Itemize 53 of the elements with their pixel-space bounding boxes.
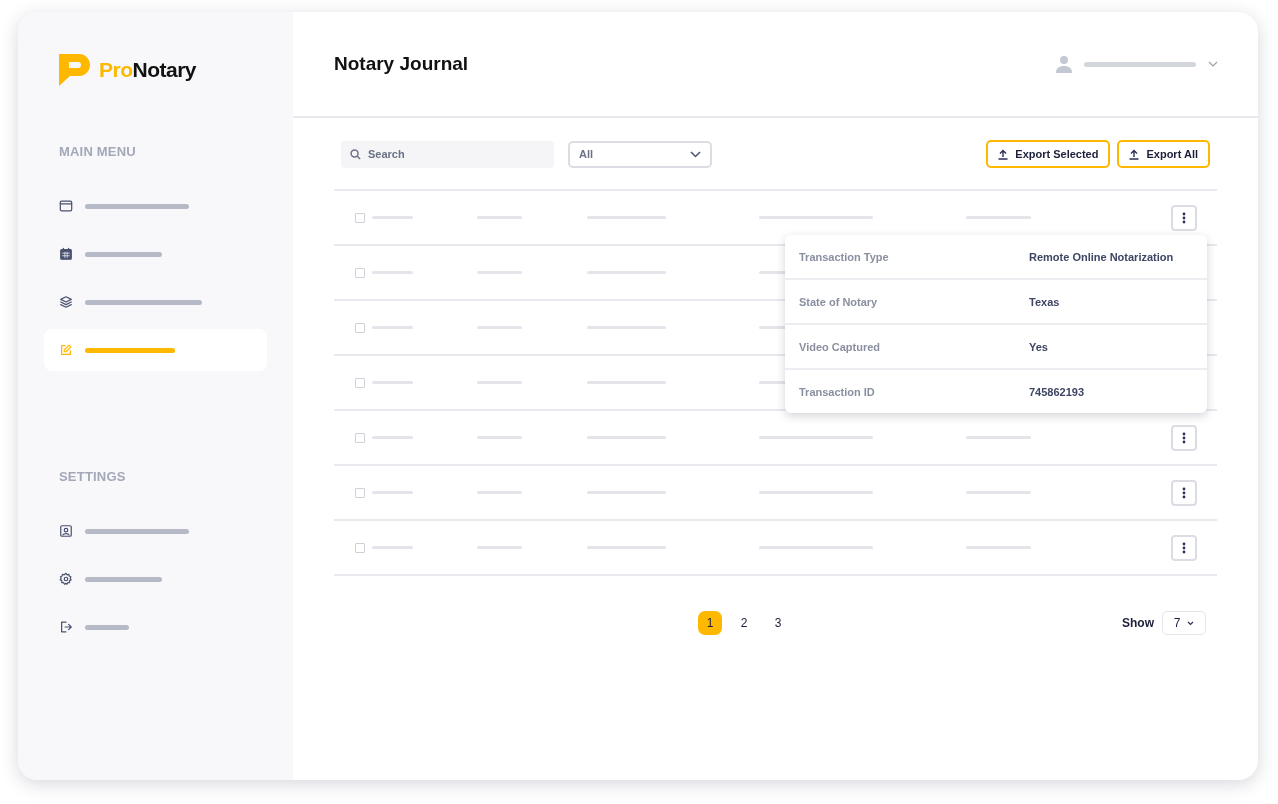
chevron-down-icon [1187,620,1195,626]
row-checkbox[interactable] [355,212,365,223]
page-button[interactable]: 2 [732,611,756,635]
user-menu[interactable] [1056,55,1218,73]
page-button[interactable]: 1 [698,611,722,635]
detail-label: Video Captured [799,340,882,353]
kebab-menu-icon [1182,431,1186,444]
section-heading: SETTINGS [59,469,127,484]
page-title: Notary Journal [334,53,470,75]
sidebar-item[interactable] [44,329,267,371]
kebab-menu-icon [1182,541,1186,554]
more-options-button[interactable] [1171,479,1197,506]
settings-icon [59,572,73,586]
search-field[interactable]: Search [341,140,554,168]
page-button[interactable]: 3 [766,611,790,635]
kebab-menu-icon [1182,211,1186,224]
calendar-icon [59,247,73,261]
row-checkbox[interactable] [355,487,365,498]
detail-value: Texas [1029,295,1060,308]
kebab-menu-icon [1182,486,1186,499]
profile-card-icon [59,524,73,538]
logo-text: ProNotary [99,58,197,82]
logo-icon [59,54,93,86]
filter-dropdown[interactable]: All [568,140,712,168]
page-size-dropdown[interactable]: 7 [1162,611,1206,635]
chevron-down-icon [1208,61,1218,67]
edit-icon [59,343,73,357]
layers-icon [59,295,73,309]
row-checkbox[interactable] [355,377,365,388]
chevron-down-icon [690,150,701,158]
detail-label: State of Notary [799,295,879,308]
row-checkbox[interactable] [355,322,365,333]
row-checkbox[interactable] [355,432,365,443]
detail-label: Transaction Type [799,250,890,263]
export-button[interactable]: Export Selected [986,140,1111,168]
more-options-button[interactable] [1171,424,1197,451]
detail-label: Transaction ID [799,385,876,398]
more-options-button[interactable] [1171,534,1197,561]
user-icon [1056,55,1072,73]
search-icon [350,148,361,160]
row-checkbox[interactable] [355,542,365,553]
detail-value: 745862193 [1029,385,1085,398]
detail-value: Yes [1029,340,1048,353]
detail-value: Remote Online Notarization [1029,250,1174,263]
show-label: Show [1122,616,1154,630]
section-heading: MAIN MENU [59,144,137,159]
upload-icon [1129,148,1140,160]
more-options-button[interactable] [1171,204,1197,231]
upload-icon [998,148,1009,160]
export-button[interactable]: Export All [1117,140,1210,168]
row-checkbox[interactable] [355,267,365,278]
browser-window-icon [59,199,73,213]
logout-icon [59,620,73,634]
